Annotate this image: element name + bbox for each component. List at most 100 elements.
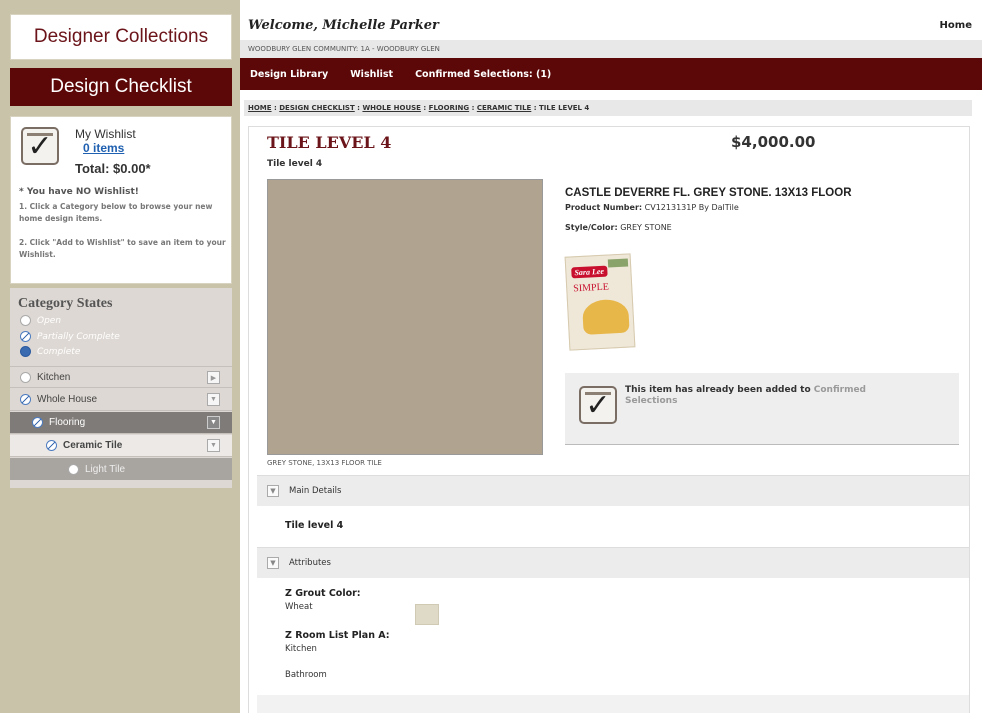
- category-label: Kitchen: [37, 371, 71, 383]
- promo-image: Sara Lee SIMPLE: [564, 253, 636, 351]
- already-added-notice: ✓ This item has already been added to Co…: [565, 373, 959, 445]
- complete-state-icon: [20, 346, 31, 357]
- category-label: Light Tile: [85, 463, 126, 475]
- product-number-value: CV1213131P By DalTile: [644, 203, 739, 212]
- legend-open-label: Open: [37, 315, 62, 326]
- attributes-body: Z Grout Color: Wheat Z Room List Plan A:…: [257, 578, 969, 696]
- style-label: Style/Color:: [565, 223, 618, 232]
- open-state-icon: [20, 371, 31, 383]
- community-bar: WOODBURY GLEN COMMUNITY: 1A - WOODBURY G…: [240, 40, 982, 58]
- pie-slice: [581, 298, 630, 335]
- room-list-value: Bathroom: [285, 670, 327, 680]
- category-states-panel: Category States Open Partially Complete …: [10, 288, 232, 488]
- welcome-message: Welcome, Michelle Parker: [248, 18, 439, 33]
- main-details-section: ▼ Main Details Tile level 4: [257, 475, 969, 548]
- product-number: Product Number: CV1213131P By DalTile: [565, 203, 739, 212]
- room-list-label: Z Room List Plan A:: [285, 630, 390, 641]
- chevron-down-icon[interactable]: ▼: [207, 393, 220, 406]
- attributes-title: Attributes: [289, 558, 331, 568]
- partial-state-icon: [20, 394, 31, 405]
- checklist-icon: ✓: [21, 127, 59, 165]
- breadcrumb-flooring[interactable]: FLOORING: [429, 104, 470, 112]
- chevron-down-icon[interactable]: ▼: [207, 439, 220, 452]
- grout-color-value: Wheat: [285, 602, 313, 612]
- chevron-down-icon[interactable]: ▼: [207, 416, 220, 429]
- promo-brand: Sara Lee: [571, 265, 608, 279]
- main-content: Welcome, Michelle Parker Home WOODBURY G…: [240, 0, 982, 713]
- breadcrumb-whole-house[interactable]: WHOLE HOUSE: [362, 104, 421, 112]
- open-state-icon: [68, 463, 79, 475]
- promo-badge: [607, 258, 629, 268]
- category-whole-house[interactable]: Whole House ▼: [10, 389, 232, 411]
- attributes-header[interactable]: ▼ Attributes: [257, 548, 969, 578]
- breadcrumb: HOME : DESIGN CHECKLIST : WHOLE HOUSE : …: [244, 100, 972, 116]
- wishlist-step-1: 1. Click a Category below to browse your…: [19, 202, 213, 223]
- partial-state-icon: [46, 440, 57, 451]
- product-number-label: Product Number:: [565, 203, 643, 212]
- chevron-right-icon[interactable]: ▶: [207, 371, 220, 384]
- nav-design-library[interactable]: Design Library: [250, 69, 328, 80]
- breadcrumb-separator: :: [531, 104, 540, 112]
- attributes-section: ▼ Attributes Z Grout Color: Wheat Z Room…: [257, 547, 969, 696]
- top-nav: Design Library Wishlist Confirmed Select…: [240, 58, 982, 90]
- breadcrumb-separator: :: [469, 104, 477, 112]
- breadcrumb-current: TILE LEVEL 4: [539, 104, 590, 112]
- category-states-title: Category States: [18, 296, 113, 311]
- room-list-value: Kitchen: [285, 644, 317, 654]
- breadcrumb-design-checklist[interactable]: DESIGN CHECKLIST: [279, 104, 355, 112]
- collapse-icon[interactable]: ▼: [267, 485, 279, 497]
- breadcrumb-home[interactable]: HOME: [248, 104, 272, 112]
- tile-quadrant: [407, 180, 543, 316]
- legend-partial-label: Partially Complete: [37, 331, 120, 342]
- partial-state-icon: [32, 417, 43, 428]
- product-panel: TILE LEVEL 4 $4,000.00 Tile level 4 GREY…: [248, 126, 970, 713]
- wishlist-items-link[interactable]: 0 items: [83, 141, 124, 155]
- collapsed-section-bar[interactable]: [257, 695, 969, 713]
- legend-complete: Complete: [20, 346, 80, 357]
- product-image: [267, 179, 543, 455]
- product-style: Style/Color: GREY STONE: [565, 223, 672, 232]
- no-wishlist-notice: * You have NO Wishlist!: [19, 187, 139, 197]
- main-details-header[interactable]: ▼ Main Details: [257, 476, 969, 506]
- already-added-message: This item has already been added to: [625, 385, 811, 395]
- category-label: Flooring: [49, 417, 86, 428]
- collapse-icon[interactable]: ▼: [267, 557, 279, 569]
- design-checklist-button[interactable]: Design Checklist: [10, 68, 232, 106]
- wishlist-panel: ✓ My Wishlist 0 items Total: $0.00* * Yo…: [10, 116, 232, 284]
- nav-confirmed-selections[interactable]: Confirmed Selections: (1): [415, 69, 551, 80]
- breadcrumb-separator: :: [420, 104, 429, 112]
- category-label: Ceramic Tile: [63, 440, 123, 451]
- image-caption: GREY STONE, 13X13 FLOOR TILE: [267, 459, 382, 467]
- category-ceramic-tile[interactable]: Ceramic Tile ▼: [10, 435, 232, 457]
- category-flooring[interactable]: Flooring ▼: [10, 412, 232, 434]
- designer-collections-button[interactable]: Designer Collections: [10, 14, 232, 60]
- category-label: Whole House: [37, 394, 98, 405]
- legend-partial: Partially Complete: [20, 331, 120, 342]
- product-title: TILE LEVEL 4: [267, 133, 392, 152]
- wishlist-total: Total: $0.00*: [75, 161, 151, 176]
- tile-quadrant: [268, 319, 404, 455]
- category-kitchen[interactable]: Kitchen ▶: [10, 366, 232, 388]
- main-details-text: Tile level 4: [285, 520, 344, 531]
- main-details-body: Tile level 4: [257, 506, 969, 548]
- tile-quadrant: [407, 319, 543, 455]
- partial-state-icon: [20, 331, 31, 342]
- category-light-tile[interactable]: Light Tile: [10, 458, 232, 480]
- breadcrumb-ceramic-tile[interactable]: CERAMIC TILE: [477, 104, 532, 112]
- grout-color-swatch: [415, 604, 439, 625]
- product-price: $4,000.00: [731, 133, 816, 151]
- grout-color-label: Z Grout Color:: [285, 588, 361, 599]
- legend-open: Open: [20, 315, 61, 326]
- tile-quadrant: [268, 180, 404, 316]
- main-details-title: Main Details: [289, 486, 342, 496]
- sidebar: Designer Collections Design Checklist ✓ …: [0, 0, 240, 713]
- product-name: CASTLE DEVERRE FL. GREY STONE. 13X13 FLO…: [565, 187, 852, 199]
- checklist-icon: ✓: [579, 386, 617, 424]
- legend-complete-label: Complete: [37, 346, 81, 357]
- wishlist-step-2: 2. Click "Add to Wishlist" to save an it…: [19, 238, 226, 259]
- home-link[interactable]: Home: [940, 20, 972, 31]
- open-state-icon: [20, 315, 31, 326]
- wishlist-title: My Wishlist: [75, 127, 136, 141]
- product-subtitle: Tile level 4: [267, 159, 323, 169]
- nav-wishlist[interactable]: Wishlist: [350, 69, 393, 80]
